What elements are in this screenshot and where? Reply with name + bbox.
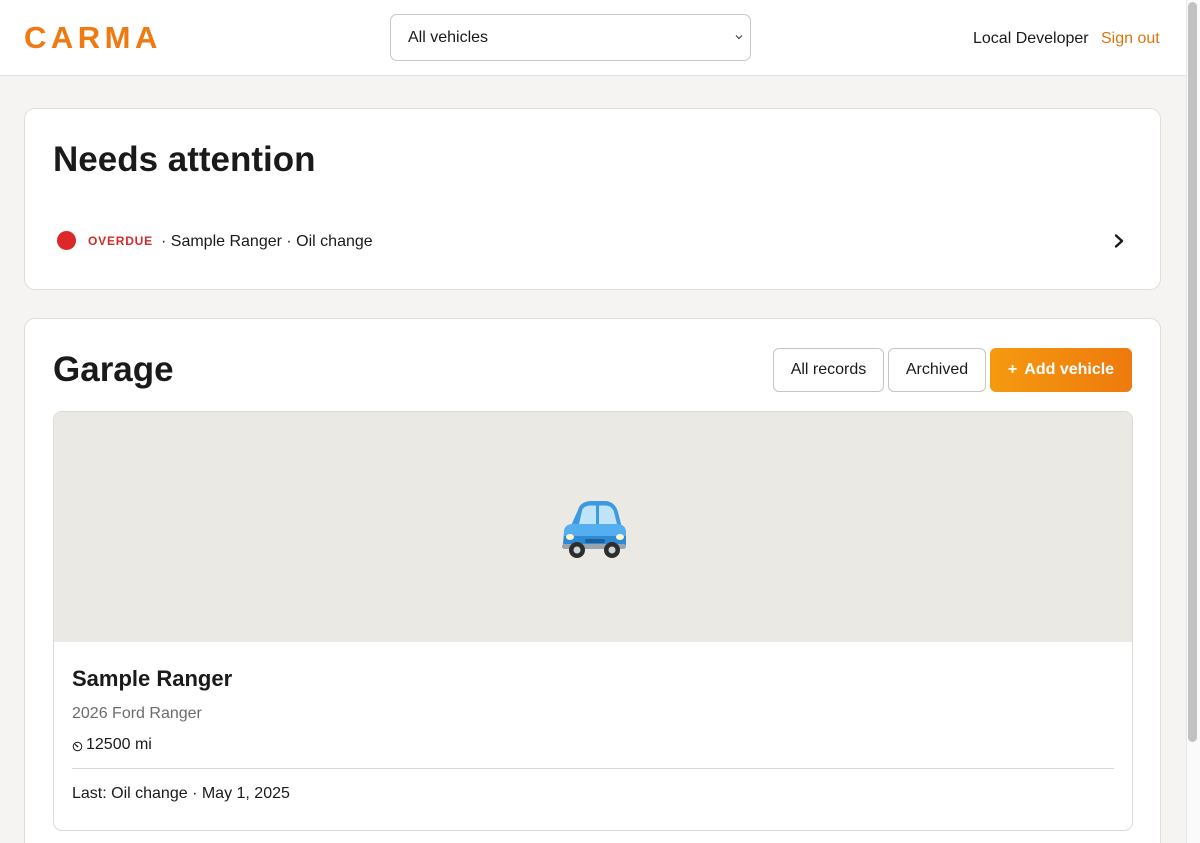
- vehicle-card[interactable]: Sample Ranger 2026 Ford Ranger 12500 mi …: [53, 411, 1133, 831]
- vehicle-odometer-value: 12500 mi: [86, 736, 152, 753]
- chevron-right-icon: [1114, 234, 1124, 248]
- archived-button[interactable]: Archived: [888, 348, 986, 392]
- vehicle-photo: [54, 412, 1132, 642]
- top-bar: CARMA All vehicles Local Developer Sign …: [0, 0, 1186, 76]
- vehicle-filter-value: All vehicles: [408, 28, 489, 46]
- car-icon: [562, 501, 626, 558]
- app-page: CARMA All vehicles Local Developer Sign …: [0, 0, 1200, 843]
- odometer-gauge-icon: [72, 741, 83, 751]
- carma-logo[interactable]: CARMA: [24, 20, 162, 56]
- all-records-button[interactable]: All records: [773, 348, 884, 392]
- vehicle-name: Sample Ranger: [72, 666, 233, 691]
- plus-icon: +: [1007, 361, 1018, 378]
- attention-item[interactable]: OVERDUE · Sample Ranger · Oil change: [53, 225, 1133, 261]
- garage-title: Garage: [53, 350, 174, 389]
- user-name: Local Developer: [973, 30, 1089, 47]
- add-vehicle-button[interactable]: + Add vehicle: [990, 348, 1132, 392]
- vehicle-last-service: Last: Oil change · May 1, 2025: [72, 785, 290, 802]
- vehicle-odometer: 12500 mi: [72, 735, 152, 754]
- vehicle-model: 2026 Ford Ranger: [72, 705, 202, 722]
- needs-attention-title: Needs attention: [53, 140, 316, 179]
- chevron-down-icon: [735, 35, 743, 40]
- garage-card: Garage All records Archived + Add vehicl…: [24, 318, 1161, 843]
- divider: [72, 768, 1114, 769]
- page-scrollbar-thumb[interactable]: [1188, 2, 1197, 742]
- sign-out-link[interactable]: Sign out: [1101, 29, 1160, 48]
- status-badge: OVERDUE: [88, 234, 153, 248]
- vehicle-filter-select[interactable]: All vehicles: [390, 14, 751, 61]
- needs-attention-card: Needs attention OVERDUE · Sample Ranger …: [24, 108, 1161, 290]
- add-vehicle-label: Add vehicle: [1024, 361, 1115, 378]
- attention-item-detail: · Sample Ranger · Oil change: [161, 233, 373, 250]
- overdue-status-dot: [57, 231, 76, 250]
